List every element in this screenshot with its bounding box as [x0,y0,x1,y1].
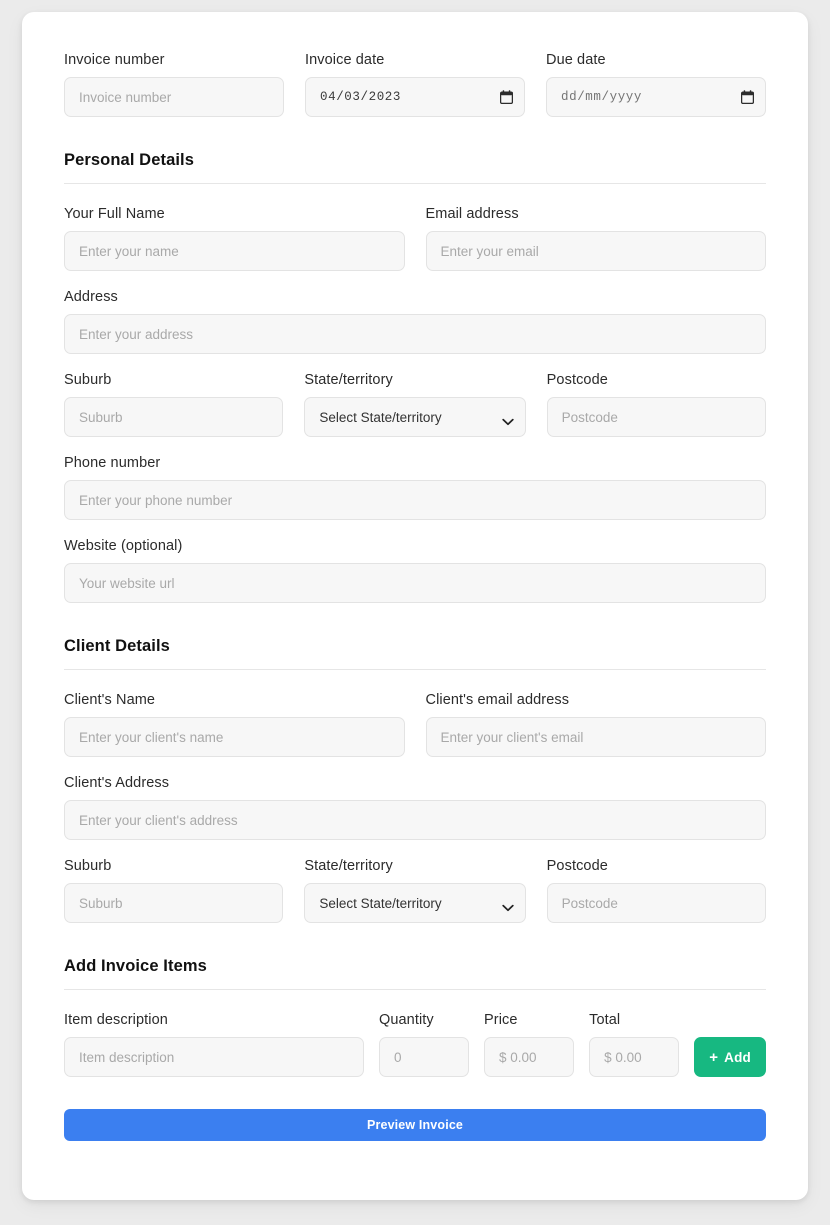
calendar-icon[interactable] [741,90,754,104]
invoice-date-value: 04/03/2023 [320,90,402,104]
field-invoice-number: Invoice number Invoice number [64,52,284,117]
divider [64,183,766,184]
suburb-input[interactable]: Suburb [64,397,284,437]
label-price: Price [484,1012,518,1028]
add-item-button-label: Add [724,1049,751,1065]
field-phone: Phone number Enter your phone number [64,455,766,520]
label-phone: Phone number [64,455,161,471]
full-name-input[interactable]: Enter your name [64,231,405,271]
field-email: Email address Enter your email [425,206,766,271]
field-due-date: Due date dd/mm/yyyy [546,52,766,117]
preview-invoice-button[interactable]: Preview Invoice [64,1109,766,1141]
field-postcode: Postcode Postcode [546,372,766,437]
invoice-meta-row: Invoice number Invoice number Invoice da… [64,52,766,117]
total-input[interactable]: $ 0.00 [589,1037,680,1077]
client-address-input[interactable]: Enter your client's address [64,800,766,840]
client-name-input[interactable]: Enter your client's name [64,717,405,757]
label-client-address: Client's Address [64,775,170,791]
label-client-email: Client's email address [425,692,570,708]
field-item-description: Item description Item description [64,1012,364,1077]
client-address-row: Client's Address Enter your client's add… [64,775,766,840]
label-invoice-date: Invoice date [305,52,385,68]
state-select-wrapper: Select State/territory [304,397,526,437]
heading-client-details: Client Details [64,637,170,655]
client-email-input[interactable]: Enter your client's email [425,717,766,757]
due-date-value: dd/mm/yyyy [561,90,643,104]
personal-address-row: Address Enter your address [64,289,766,354]
invoice-date-input[interactable]: 04/03/2023 [305,77,525,117]
client-state-select-wrapper: Select State/territory [304,883,526,923]
add-item-button[interactable]: + Add [694,1037,766,1077]
state-select[interactable]: Select State/territory [304,397,526,437]
label-postcode: Postcode [546,372,608,388]
postcode-input[interactable]: Postcode [546,397,766,437]
label-website: Website (optional) [64,538,183,554]
label-email: Email address [425,206,519,222]
label-full-name: Your Full Name [64,206,165,222]
field-price: Price $ 0.00 [484,1012,575,1077]
heading-invoice-items: Add Invoice Items [64,957,207,975]
section-personal-details: Personal Details [64,151,766,184]
client-state-select[interactable]: Select State/territory [304,883,526,923]
price-input[interactable]: $ 0.00 [484,1037,575,1077]
invoice-form-card: Invoice number Invoice number Invoice da… [22,12,808,1200]
field-client-name: Client's Name Enter your client's name [64,692,405,757]
email-input[interactable]: Enter your email [425,231,766,271]
client-postcode-input[interactable]: Postcode [546,883,766,923]
field-client-address: Client's Address Enter your client's add… [64,775,766,840]
field-client-postcode: Postcode Postcode [546,858,766,923]
client-locality-row: Suburb Suburb State/territory Select Sta… [64,858,766,923]
label-total: Total [589,1012,621,1028]
invoice-number-input[interactable]: Invoice number [64,77,284,117]
invoice-item-entry-row: Item description Item description Quanti… [64,1012,766,1077]
field-state: State/territory Select State/territory [304,372,526,437]
label-due-date: Due date [546,52,606,68]
field-address: Address Enter your address [64,289,766,354]
phone-input[interactable]: Enter your phone number [64,480,766,520]
label-address: Address [64,289,118,305]
address-input[interactable]: Enter your address [64,314,766,354]
personal-website-row: Website (optional) Your website url [64,538,766,603]
field-quantity: Quantity 0 [378,1012,470,1077]
calendar-icon[interactable] [500,90,513,104]
client-name-email-row: Client's Name Enter your client's name C… [64,692,766,757]
label-state: State/territory [304,372,393,388]
label-invoice-number: Invoice number [64,52,165,68]
heading-personal-details: Personal Details [64,151,194,169]
label-client-name: Client's Name [64,692,156,708]
field-website: Website (optional) Your website url [64,538,766,603]
field-client-state: State/territory Select State/territory [304,858,526,923]
field-suburb: Suburb Suburb [64,372,284,437]
plus-icon: + [709,1048,719,1066]
field-invoice-date: Invoice date 04/03/2023 [305,52,525,117]
client-suburb-input[interactable]: Suburb [64,883,284,923]
due-date-input[interactable]: dd/mm/yyyy [546,77,766,117]
quantity-input[interactable]: 0 [378,1037,470,1077]
personal-phone-row: Phone number Enter your phone number [64,455,766,520]
field-total: Total $ 0.00 [589,1012,680,1077]
section-invoice-items: Add Invoice Items [64,957,766,990]
field-client-email: Client's email address Enter your client… [425,692,766,757]
divider [64,989,766,990]
field-full-name: Your Full Name Enter your name [64,206,405,271]
website-input[interactable]: Your website url [64,563,766,603]
personal-name-email-row: Your Full Name Enter your name Email add… [64,206,766,271]
divider [64,669,766,670]
page-background: Invoice number Invoice number Invoice da… [0,0,830,1225]
label-client-suburb: Suburb [64,858,112,874]
label-quantity: Quantity [378,1012,434,1028]
section-client-details: Client Details [64,637,766,670]
field-client-suburb: Suburb Suburb [64,858,284,923]
label-suburb: Suburb [64,372,112,388]
item-description-input[interactable]: Item description [64,1037,364,1077]
label-client-postcode: Postcode [546,858,608,874]
personal-locality-row: Suburb Suburb State/territory Select Sta… [64,372,766,437]
label-client-state: State/territory [304,858,393,874]
field-add-item: + Add [694,1037,766,1077]
label-item-description: Item description [64,1012,168,1028]
